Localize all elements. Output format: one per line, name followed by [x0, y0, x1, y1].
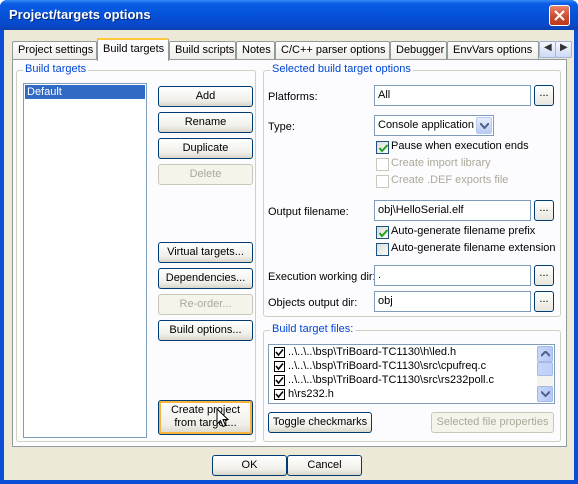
working-dir-label: Execution working dir:: [268, 271, 376, 283]
toggle-checkmarks-button[interactable]: Toggle checkmarks: [268, 412, 372, 433]
file-checkbox[interactable]: [274, 361, 285, 372]
rename-button[interactable]: Rename: [158, 112, 253, 133]
scroll-thumb[interactable]: [537, 362, 553, 376]
auto-extension-checkbox[interactable]: [376, 243, 389, 256]
dependencies-button[interactable]: Dependencies...: [158, 268, 253, 289]
file-name: ..\..\..\bsp\TriBoard-TC1130\src\rs232po…: [288, 374, 495, 386]
tab-panel-build-targets: Build targets Default Add Rename Duplica…: [12, 59, 567, 447]
pause-checkbox[interactable]: [376, 141, 389, 154]
file-checkbox[interactable]: [274, 375, 285, 386]
build-targets-group-label: Build targets: [23, 63, 89, 75]
checkmark-icon: [275, 376, 284, 385]
dialog-window: Project/targets options Project settings…: [0, 0, 578, 484]
chevron-down-icon: [541, 391, 550, 397]
objects-dir-label: Objects output dir:: [268, 297, 358, 309]
def-exports-label: Create .DEF exports file: [391, 174, 509, 186]
build-targets-group: Build targets Default Add Rename Duplica…: [16, 63, 256, 442]
checkmark-icon: [378, 229, 389, 238]
files-scrollbar[interactable]: [537, 346, 553, 402]
file-name: ..\..\..\bsp\TriBoard-TC1130\src\cpufreq…: [288, 360, 487, 372]
build-files-list[interactable]: ..\..\..\bsp\TriBoard-TC1130\h\led.h ..\…: [268, 344, 555, 404]
cancel-button[interactable]: Cancel: [287, 455, 362, 476]
ok-button[interactable]: OK: [212, 455, 287, 476]
auto-prefix-checkbox[interactable]: [376, 226, 389, 239]
mouse-pointer-icon: [216, 408, 229, 428]
list-item-default[interactable]: Default: [25, 85, 145, 99]
checkmark-icon: [378, 144, 389, 153]
selected-options-group-label: Selected build target options: [270, 63, 413, 75]
working-dir-browse-button[interactable]: ...: [534, 265, 554, 286]
checkmark-icon: [275, 362, 284, 371]
build-targets-list[interactable]: Default: [23, 83, 147, 438]
add-button[interactable]: Add: [158, 86, 253, 107]
platforms-browse-button[interactable]: ...: [534, 85, 554, 106]
arrow-right-icon: ▶: [560, 42, 568, 53]
objects-dir-field[interactable]: obj: [374, 291, 531, 312]
output-filename-field[interactable]: obj\HelloSerial.elf: [374, 200, 531, 221]
tab-cpp-parser[interactable]: C/C++ parser options: [275, 41, 390, 60]
file-properties-button[interactable]: Selected file properties: [431, 412, 554, 433]
arrow-left-icon: ◀: [544, 42, 552, 53]
tab-scroll-left[interactable]: ◀: [539, 41, 556, 58]
checkmark-icon: [275, 390, 284, 399]
platforms-label: Platforms:: [268, 91, 318, 103]
file-row[interactable]: ..\..\..\bsp\TriBoard-TC1130\src\rs232po…: [271, 374, 521, 388]
selected-options-group: Selected build target options Platforms:…: [263, 63, 561, 317]
scroll-down-button[interactable]: [537, 386, 553, 402]
file-row[interactable]: h\rs232.h: [271, 388, 521, 402]
tab-envvars[interactable]: EnvVars options: [447, 41, 539, 60]
file-row[interactable]: ..\..\..\bsp\TriBoard-TC1130\src\cpufreq…: [271, 360, 521, 374]
working-dir-field[interactable]: .: [374, 265, 531, 286]
file-checkbox[interactable]: [274, 347, 285, 358]
tab-project-settings[interactable]: Project settings: [12, 41, 97, 60]
file-row[interactable]: ..\..\..\bsp\TriBoard-TC1130\h\led.h: [271, 346, 521, 360]
build-options-button[interactable]: Build options...: [158, 320, 253, 341]
checkmark-icon: [275, 348, 284, 357]
type-dropdown-button[interactable]: [476, 117, 492, 134]
scroll-up-button[interactable]: [537, 346, 553, 362]
tab-build-targets[interactable]: Build targets: [97, 38, 169, 61]
build-files-group: Build target files: ..\..\..\bsp\TriBoar…: [263, 323, 561, 442]
chevron-up-icon: [541, 351, 550, 357]
type-select-value: Console application: [378, 119, 475, 131]
output-filename-label: Output filename:: [268, 206, 349, 218]
type-select[interactable]: Console application: [374, 115, 494, 136]
auto-prefix-label: Auto-generate filename prefix: [391, 225, 536, 237]
import-library-label: Create import library: [391, 157, 491, 169]
objects-dir-browse-button[interactable]: ...: [534, 291, 554, 312]
duplicate-button[interactable]: Duplicate: [158, 138, 253, 159]
type-label: Type:: [268, 121, 295, 133]
tab-scroll-right[interactable]: ▶: [555, 41, 572, 58]
tab-build-scripts[interactable]: Build scripts: [169, 41, 236, 60]
reorder-button[interactable]: Re-order...: [158, 294, 253, 315]
window-title: Project/targets options: [9, 7, 151, 22]
file-checkbox[interactable]: [274, 389, 285, 400]
tab-debugger[interactable]: Debugger: [390, 41, 447, 60]
delete-button[interactable]: Delete: [158, 164, 253, 185]
platforms-field[interactable]: All: [374, 85, 531, 106]
tab-notes[interactable]: Notes: [236, 41, 275, 60]
chevron-down-icon: [480, 123, 489, 129]
auto-extension-label: Auto-generate filename extension: [391, 242, 556, 254]
build-files-group-label: Build target files:: [270, 323, 356, 335]
close-icon: [554, 10, 565, 21]
import-library-checkbox[interactable]: [376, 158, 389, 171]
file-name: ..\..\..\bsp\TriBoard-TC1130\h\led.h: [288, 346, 457, 358]
pause-label: Pause when execution ends: [391, 140, 529, 152]
def-exports-checkbox[interactable]: [376, 175, 389, 188]
close-button[interactable]: [549, 5, 570, 26]
create-project-button[interactable]: Create project from target...: [158, 400, 253, 435]
output-filename-browse-button[interactable]: ...: [534, 200, 554, 221]
dialog-client-area: Project settings Build targets Build scr…: [4, 30, 574, 480]
virtual-targets-button[interactable]: Virtual targets...: [158, 242, 253, 263]
title-bar[interactable]: Project/targets options: [0, 0, 578, 30]
file-name: h\rs232.h: [288, 388, 334, 400]
